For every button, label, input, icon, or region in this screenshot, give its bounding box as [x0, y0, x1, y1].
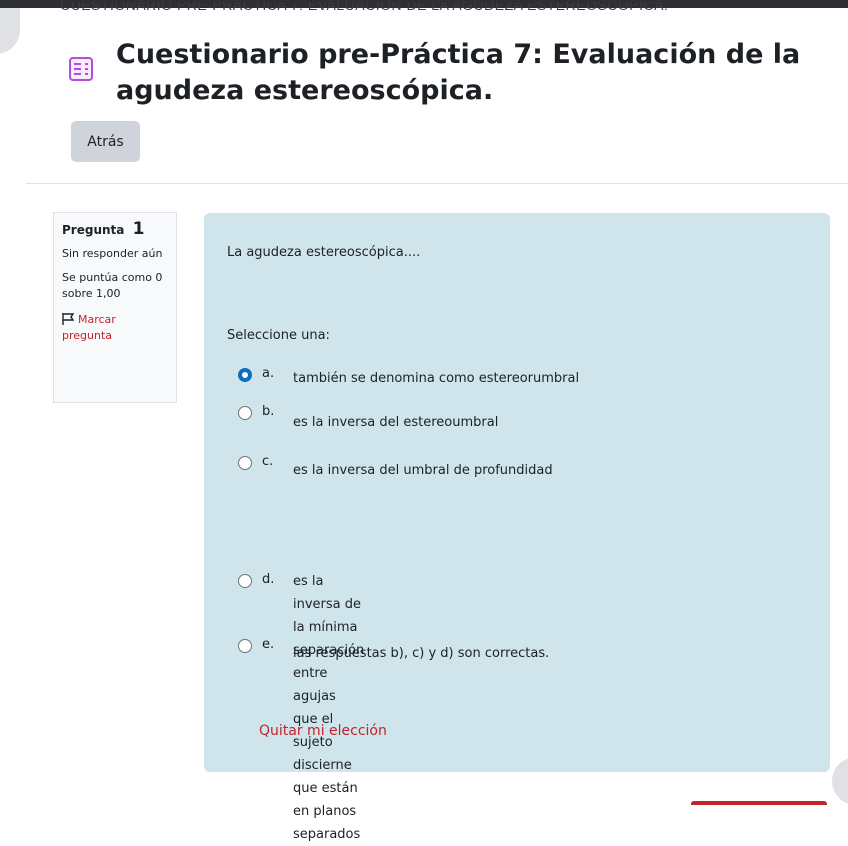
radio-button-a[interactable]: [238, 368, 252, 382]
quiz-icon: [69, 57, 93, 81]
question-info-panel: Pregunta 1 Sin responder aún Se puntúa c…: [53, 212, 177, 403]
option-letter: d.: [262, 572, 275, 587]
drawer-toggle-button[interactable]: [0, 8, 20, 54]
question-prompt: Seleccione una:: [227, 328, 330, 343]
option-text: las respuestas b), c) y d) son correctas…: [293, 646, 550, 661]
scroll-to-top-button[interactable]: [832, 757, 848, 805]
option-text: también se denomina como estereorumbral: [293, 371, 580, 386]
clear-choice-link[interactable]: Quitar mi elección: [259, 723, 387, 739]
question-label: Pregunta: [62, 223, 125, 237]
question-state: Sin responder aún: [62, 247, 163, 260]
next-page-button[interactable]: [691, 801, 827, 805]
option-letter: c.: [262, 454, 274, 469]
divider: [26, 183, 848, 184]
flag-question-link[interactable]: Marcar pregunta: [62, 312, 168, 344]
option-letter: e.: [262, 637, 275, 652]
flag-icon: [62, 313, 75, 325]
page-title: Cuestionario pre-Práctica 7: Evaluación …: [116, 39, 801, 106]
option-text: es la inversa del estereoumbral: [293, 415, 499, 430]
question-content: La agudeza estereoscópica.... Seleccione…: [204, 213, 830, 842]
radio-button-b[interactable]: [238, 406, 252, 420]
question-number: Pregunta 1: [62, 221, 168, 238]
breadcrumb: CUESTIONARIO PRE-PRÁCTICA 7: EVALUACIÓN …: [60, 2, 669, 13]
back-button[interactable]: Atrás: [71, 121, 140, 162]
question-text: La agudeza estereoscópica....: [227, 245, 421, 260]
question-grade: Se puntúa como 0 sobre 1,00: [62, 271, 163, 300]
question-number-value: 1: [132, 219, 145, 239]
radio-button-d[interactable]: [238, 574, 252, 588]
radio-button-c[interactable]: [238, 456, 252, 470]
radio-button-e[interactable]: [238, 639, 252, 653]
option-letter: a.: [262, 366, 275, 381]
option-text: es la inversa del umbral de profundidad: [293, 463, 553, 478]
option-letter: b.: [262, 404, 275, 419]
